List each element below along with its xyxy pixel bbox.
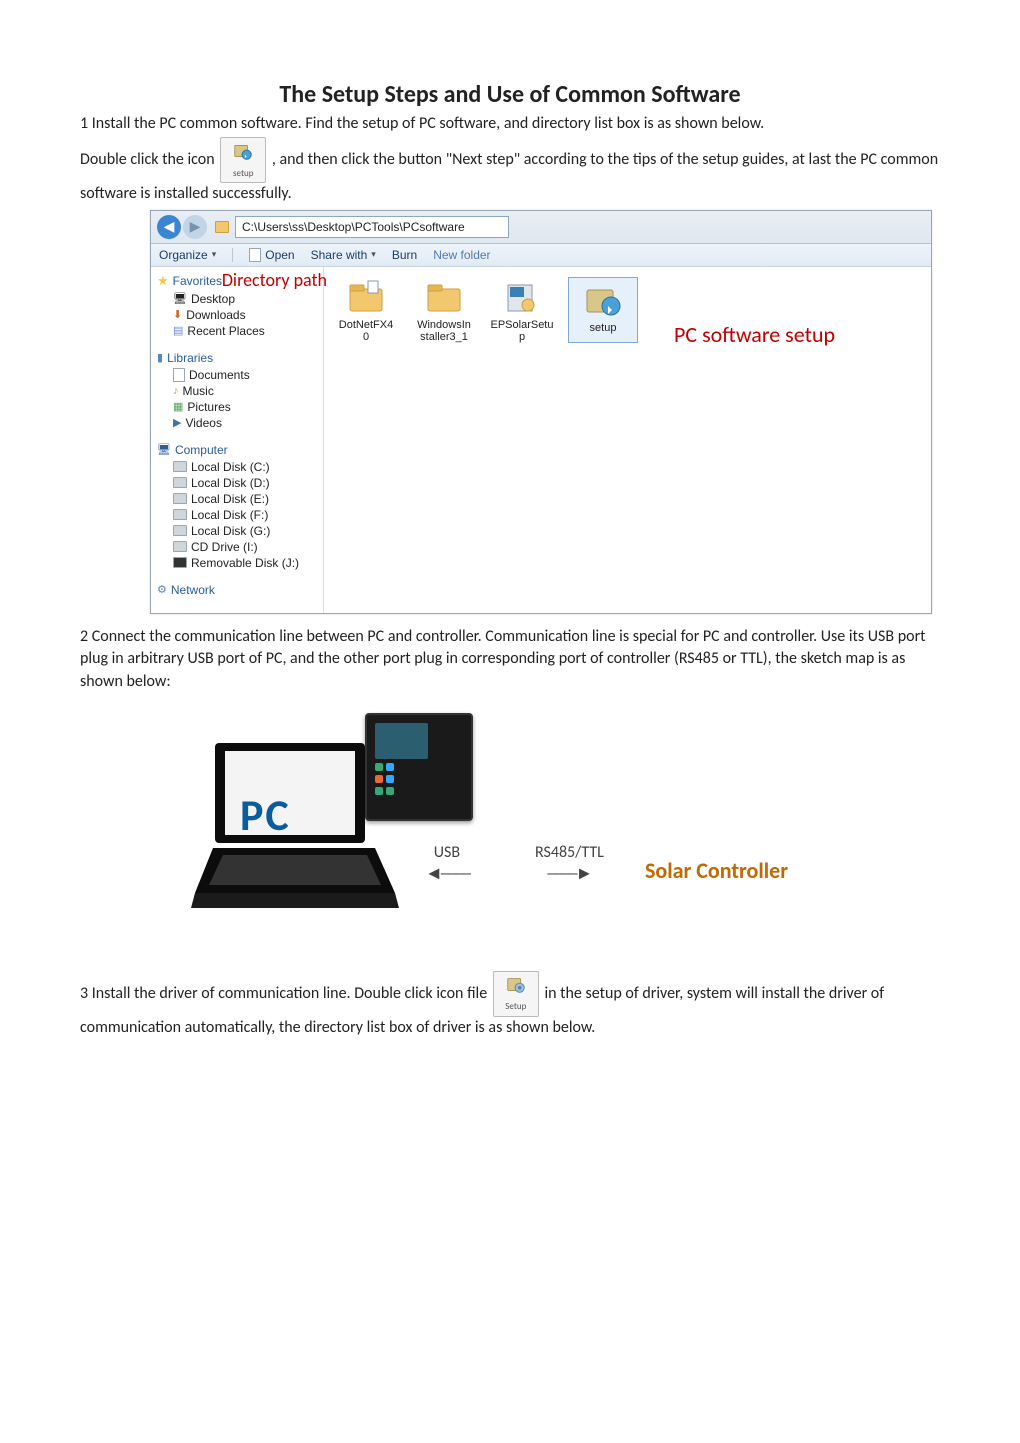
sidebar-item-music[interactable]: ♪Music	[157, 383, 317, 399]
toolbar-organize[interactable]: Organize ▾	[159, 248, 216, 262]
laptop-icon	[185, 733, 405, 913]
sidebar-item-downloads[interactable]: ⬇Downloads	[157, 307, 317, 323]
forward-button[interactable]: ▶	[183, 215, 207, 239]
explorer-sidebar: Directory path ★Favorites 🖥Desktop ⬇Down…	[151, 267, 324, 613]
sidebar-item-videos[interactable]: ▶Videos	[157, 415, 317, 431]
file-dotnetfx40[interactable]: DotNetFX4 0	[334, 277, 398, 343]
toolbar-open[interactable]: Open	[249, 248, 294, 262]
sidebar-item-disk-e[interactable]: Local Disk (E:)	[157, 491, 317, 507]
address-bar[interactable]: C:\Users\ss\Desktop\PCTools\PCsoftware	[235, 216, 509, 238]
diagram-rs485-label: RS485/TTL ────►	[535, 843, 604, 884]
connection-diagram: PC USB ◄──── RS485/TTL ────► Solar Contr…	[185, 713, 835, 963]
paragraph-4a: 3 Install the driver of communication li…	[80, 984, 487, 1003]
back-button[interactable]: ◀	[157, 215, 181, 239]
diagram-pc-label: PC	[240, 788, 291, 842]
diagram-usb-label: USB ◄────	[425, 843, 469, 884]
file-windowsinstaller31[interactable]: WindowsIn staller3_1	[412, 277, 476, 343]
sidebar-item-disk-c[interactable]: Local Disk (C:)	[157, 459, 317, 475]
paragraph-2a: Double click the icon	[80, 150, 215, 169]
sidebar-item-recent[interactable]: ▤Recent Places	[157, 323, 317, 339]
folder-icon	[424, 277, 464, 317]
folder-icon	[346, 277, 386, 317]
annotation-pc-software-setup: PC software setup	[674, 321, 835, 348]
sidebar-item-documents[interactable]: Documents	[157, 367, 317, 383]
sidebar-item-disk-g[interactable]: Local Disk (G:)	[157, 523, 317, 539]
toolbar-burn[interactable]: Burn	[392, 248, 417, 262]
sidebar-item-disk-f[interactable]: Local Disk (F:)	[157, 507, 317, 523]
installer-icon	[502, 277, 542, 317]
sidebar-item-desktop[interactable]: 🖥Desktop	[157, 291, 317, 307]
file-setup[interactable]: setup	[568, 277, 638, 343]
sidebar-libraries-header[interactable]: ▮Libraries	[157, 349, 317, 367]
setup-icon-label: setup	[221, 168, 265, 181]
sidebar-item-pictures[interactable]: ▦Pictures	[157, 399, 317, 415]
page-title: The Setup Steps and Use of Common Softwa…	[80, 80, 940, 109]
explorer-toolbar: Organize ▾ Open Share with ▾ Burn New fo…	[151, 244, 931, 267]
sidebar-libraries: ▮Libraries Documents ♪Music ▦Pictures ▶V…	[157, 349, 317, 431]
paragraph-1: 1 Install the PC common software. Find t…	[80, 113, 940, 135]
toolbar-sharewith[interactable]: Share with ▾	[311, 248, 376, 262]
sidebar-computer-header[interactable]: 🖥Computer	[157, 441, 317, 459]
explorer-content: DotNetFX4 0 WindowsIn staller3_1 EPSolar…	[324, 267, 931, 613]
paragraph-4: 3 Install the driver of communication li…	[80, 971, 940, 1039]
driver-setup-icon-label: Setup	[494, 1001, 538, 1014]
explorer-window: ◀ ▶ C:\Users\ss\Desktop\PCTools\PCsoftwa…	[150, 210, 932, 614]
sidebar-item-disk-d[interactable]: Local Disk (D:)	[157, 475, 317, 491]
toolbar-newfolder[interactable]: New folder	[433, 248, 490, 262]
setup-icon: setup	[220, 137, 266, 183]
paragraph-3: 2 Connect the communication line between…	[80, 626, 940, 693]
diagram-solar-controller-label: Solar Controller	[645, 857, 788, 884]
sidebar-item-cd-i[interactable]: CD Drive (I:)	[157, 539, 317, 555]
file-epsolarsetup[interactable]: EPSolarSetu p	[490, 277, 554, 343]
explorer-titlebar: ◀ ▶ C:\Users\ss\Desktop\PCTools\PCsoftwa…	[151, 211, 931, 244]
driver-setup-icon: Setup	[493, 971, 539, 1017]
annotation-directory-path: Directory path	[222, 269, 327, 291]
sidebar-item-removable-j[interactable]: Removable Disk (J:)	[157, 555, 317, 571]
folder-icon	[215, 221, 229, 233]
setup-icon	[583, 280, 623, 320]
sidebar-network: ⚙Network	[157, 581, 317, 599]
sidebar-computer: 🖥Computer Local Disk (C:) Local Disk (D:…	[157, 441, 317, 571]
sidebar-network-header[interactable]: ⚙Network	[157, 581, 317, 599]
paragraph-2: Double click the icon setup , and then c…	[80, 137, 940, 205]
